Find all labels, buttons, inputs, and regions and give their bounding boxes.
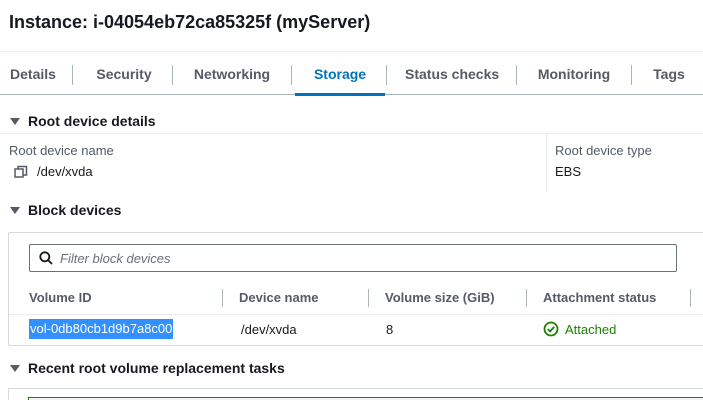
table-header-divider [9, 314, 703, 315]
root-device-type-label: Root device type [555, 143, 652, 158]
attachment-status-badge: Attached [543, 321, 616, 337]
volume-size-cell: 8 [386, 322, 394, 337]
tab-security[interactable]: Security [96, 53, 152, 95]
tab-networking[interactable]: Networking [192, 53, 272, 95]
tab-storage[interactable]: Storage [295, 53, 385, 96]
caret-down-icon [10, 365, 20, 372]
attachment-status-text: Attached [565, 322, 617, 337]
tab-separator [291, 65, 292, 85]
tab-separator [386, 65, 387, 85]
tab-separator [172, 65, 173, 85]
recent-tasks-section-toggle[interactable]: Recent root volume replacement tasks [10, 360, 285, 376]
block-devices-heading: Block devices [28, 202, 122, 218]
column-resizer[interactable] [368, 289, 369, 307]
filter-block-devices[interactable] [29, 244, 677, 272]
caret-down-icon [10, 207, 20, 214]
column-divider [546, 134, 547, 192]
column-resizer[interactable] [526, 289, 527, 307]
column-header-volume-size[interactable]: Volume size (GiB) [385, 290, 495, 305]
tab-separator [516, 65, 517, 85]
root-device-heading: Root device details [28, 113, 156, 129]
root-device-name-label: Root device name [9, 143, 114, 158]
column-resizer[interactable] [222, 289, 223, 307]
tab-separator [631, 65, 632, 85]
caret-down-icon [10, 118, 20, 125]
volume-id-link[interactable]: vol-0db80cb1d9b7a8c00 [29, 319, 174, 339]
column-header-volume-id[interactable]: Volume ID [29, 290, 92, 305]
root-device-section-toggle[interactable]: Root device details [10, 113, 156, 129]
instance-header: Instance: i-04054eb72ca85325f (myServer) [0, 0, 703, 52]
column-header-device-name[interactable]: Device name [239, 290, 319, 305]
column-resizer[interactable] [690, 289, 691, 307]
tab-separator [72, 65, 73, 85]
root-device-type-value: EBS [555, 164, 582, 179]
tab-bar: Details Security Networking Storage Stat… [0, 53, 703, 96]
tab-details[interactable]: Details [10, 53, 56, 95]
filter-input[interactable] [60, 245, 660, 271]
tab-monitoring[interactable]: Monitoring [537, 53, 611, 95]
recent-tasks-heading: Recent root volume replacement tasks [28, 360, 285, 376]
check-circle-icon [543, 321, 559, 337]
root-device-name-value: /dev/xvda [37, 164, 93, 179]
tab-status-checks[interactable]: Status checks [405, 53, 499, 95]
tab-tags[interactable]: Tags [652, 53, 686, 95]
page-title: Instance: i-04054eb72ca85325f (myServer) [9, 12, 371, 32]
root-device-panel [0, 133, 703, 192]
copy-icon[interactable] [14, 165, 28, 179]
block-devices-section-toggle[interactable]: Block devices [10, 202, 121, 218]
device-name-cell: /dev/xvda [241, 322, 297, 337]
search-icon [39, 251, 53, 265]
column-header-attachment-status[interactable]: Attachment status [543, 290, 656, 305]
